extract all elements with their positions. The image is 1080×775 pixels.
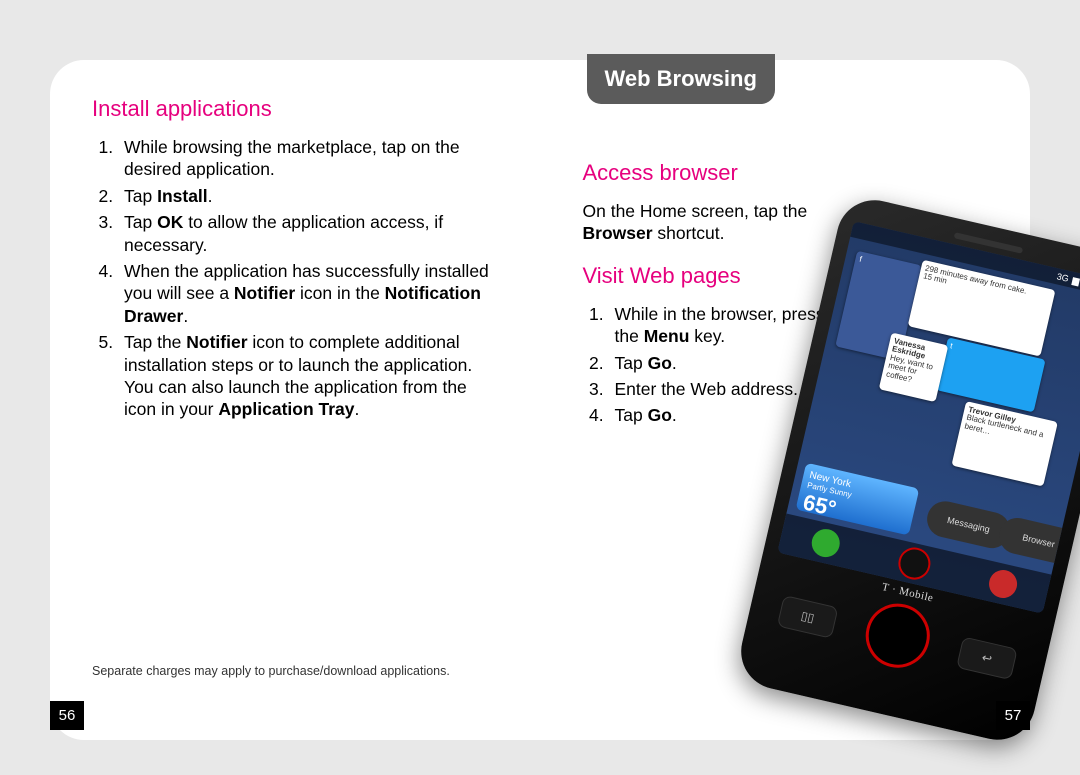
install-step-3: Tap OK to allow the application access, …: [118, 211, 500, 256]
status-network-icon: 3G: [1056, 271, 1070, 283]
access-browser-body: On the Home screen, tap the Browser shor…: [583, 200, 843, 245]
install-step-4: When the application has successfully in…: [118, 260, 500, 327]
visit-step-1: While in the browser, press the Menu key…: [609, 303, 843, 348]
install-step-1: While browsing the marketplace, tap on t…: [118, 136, 500, 181]
nav-menu-button-icon: ▯▯: [777, 595, 839, 639]
dock-phone-icon: [809, 526, 843, 560]
install-step-5: Tap the Notifier icon to complete additi…: [118, 331, 500, 421]
dock-apps-icon: [987, 567, 1021, 601]
widget-contact-card-1: Vanessa Eskridge Hey, want to meet for c…: [879, 333, 949, 403]
heading-visit-web-pages: Visit Web pages: [583, 263, 843, 289]
widget-contact-card-2: Trevor Gilley Black turtleneck and a ber…: [951, 401, 1057, 486]
shortcut-browser: Browser: [996, 514, 1080, 567]
heading-access-browser: Access browser: [583, 160, 843, 186]
heading-install-applications: Install applications: [92, 96, 500, 122]
page-number-right: 57: [996, 701, 1030, 730]
page-right: Web Browsing Access browser On the Home …: [541, 60, 1031, 740]
install-steps-list: While browsing the marketplace, tap on t…: [92, 136, 500, 421]
chapter-tab-web-browsing: Web Browsing: [587, 54, 775, 104]
page-left: Install applications While browsing the …: [50, 60, 541, 740]
footnote-charges: Separate charges may apply to purchase/d…: [92, 664, 532, 680]
install-step-2: Tap Install.: [118, 185, 500, 207]
nav-home-button-icon: [859, 597, 936, 674]
nav-back-button-icon: ↩: [956, 636, 1018, 680]
status-signal-icon: ▆: [1071, 274, 1080, 286]
manual-page-spread: Install applications While browsing the …: [50, 60, 1030, 740]
page-number-left: 56: [50, 701, 84, 730]
dock-center-icon: [895, 544, 933, 582]
